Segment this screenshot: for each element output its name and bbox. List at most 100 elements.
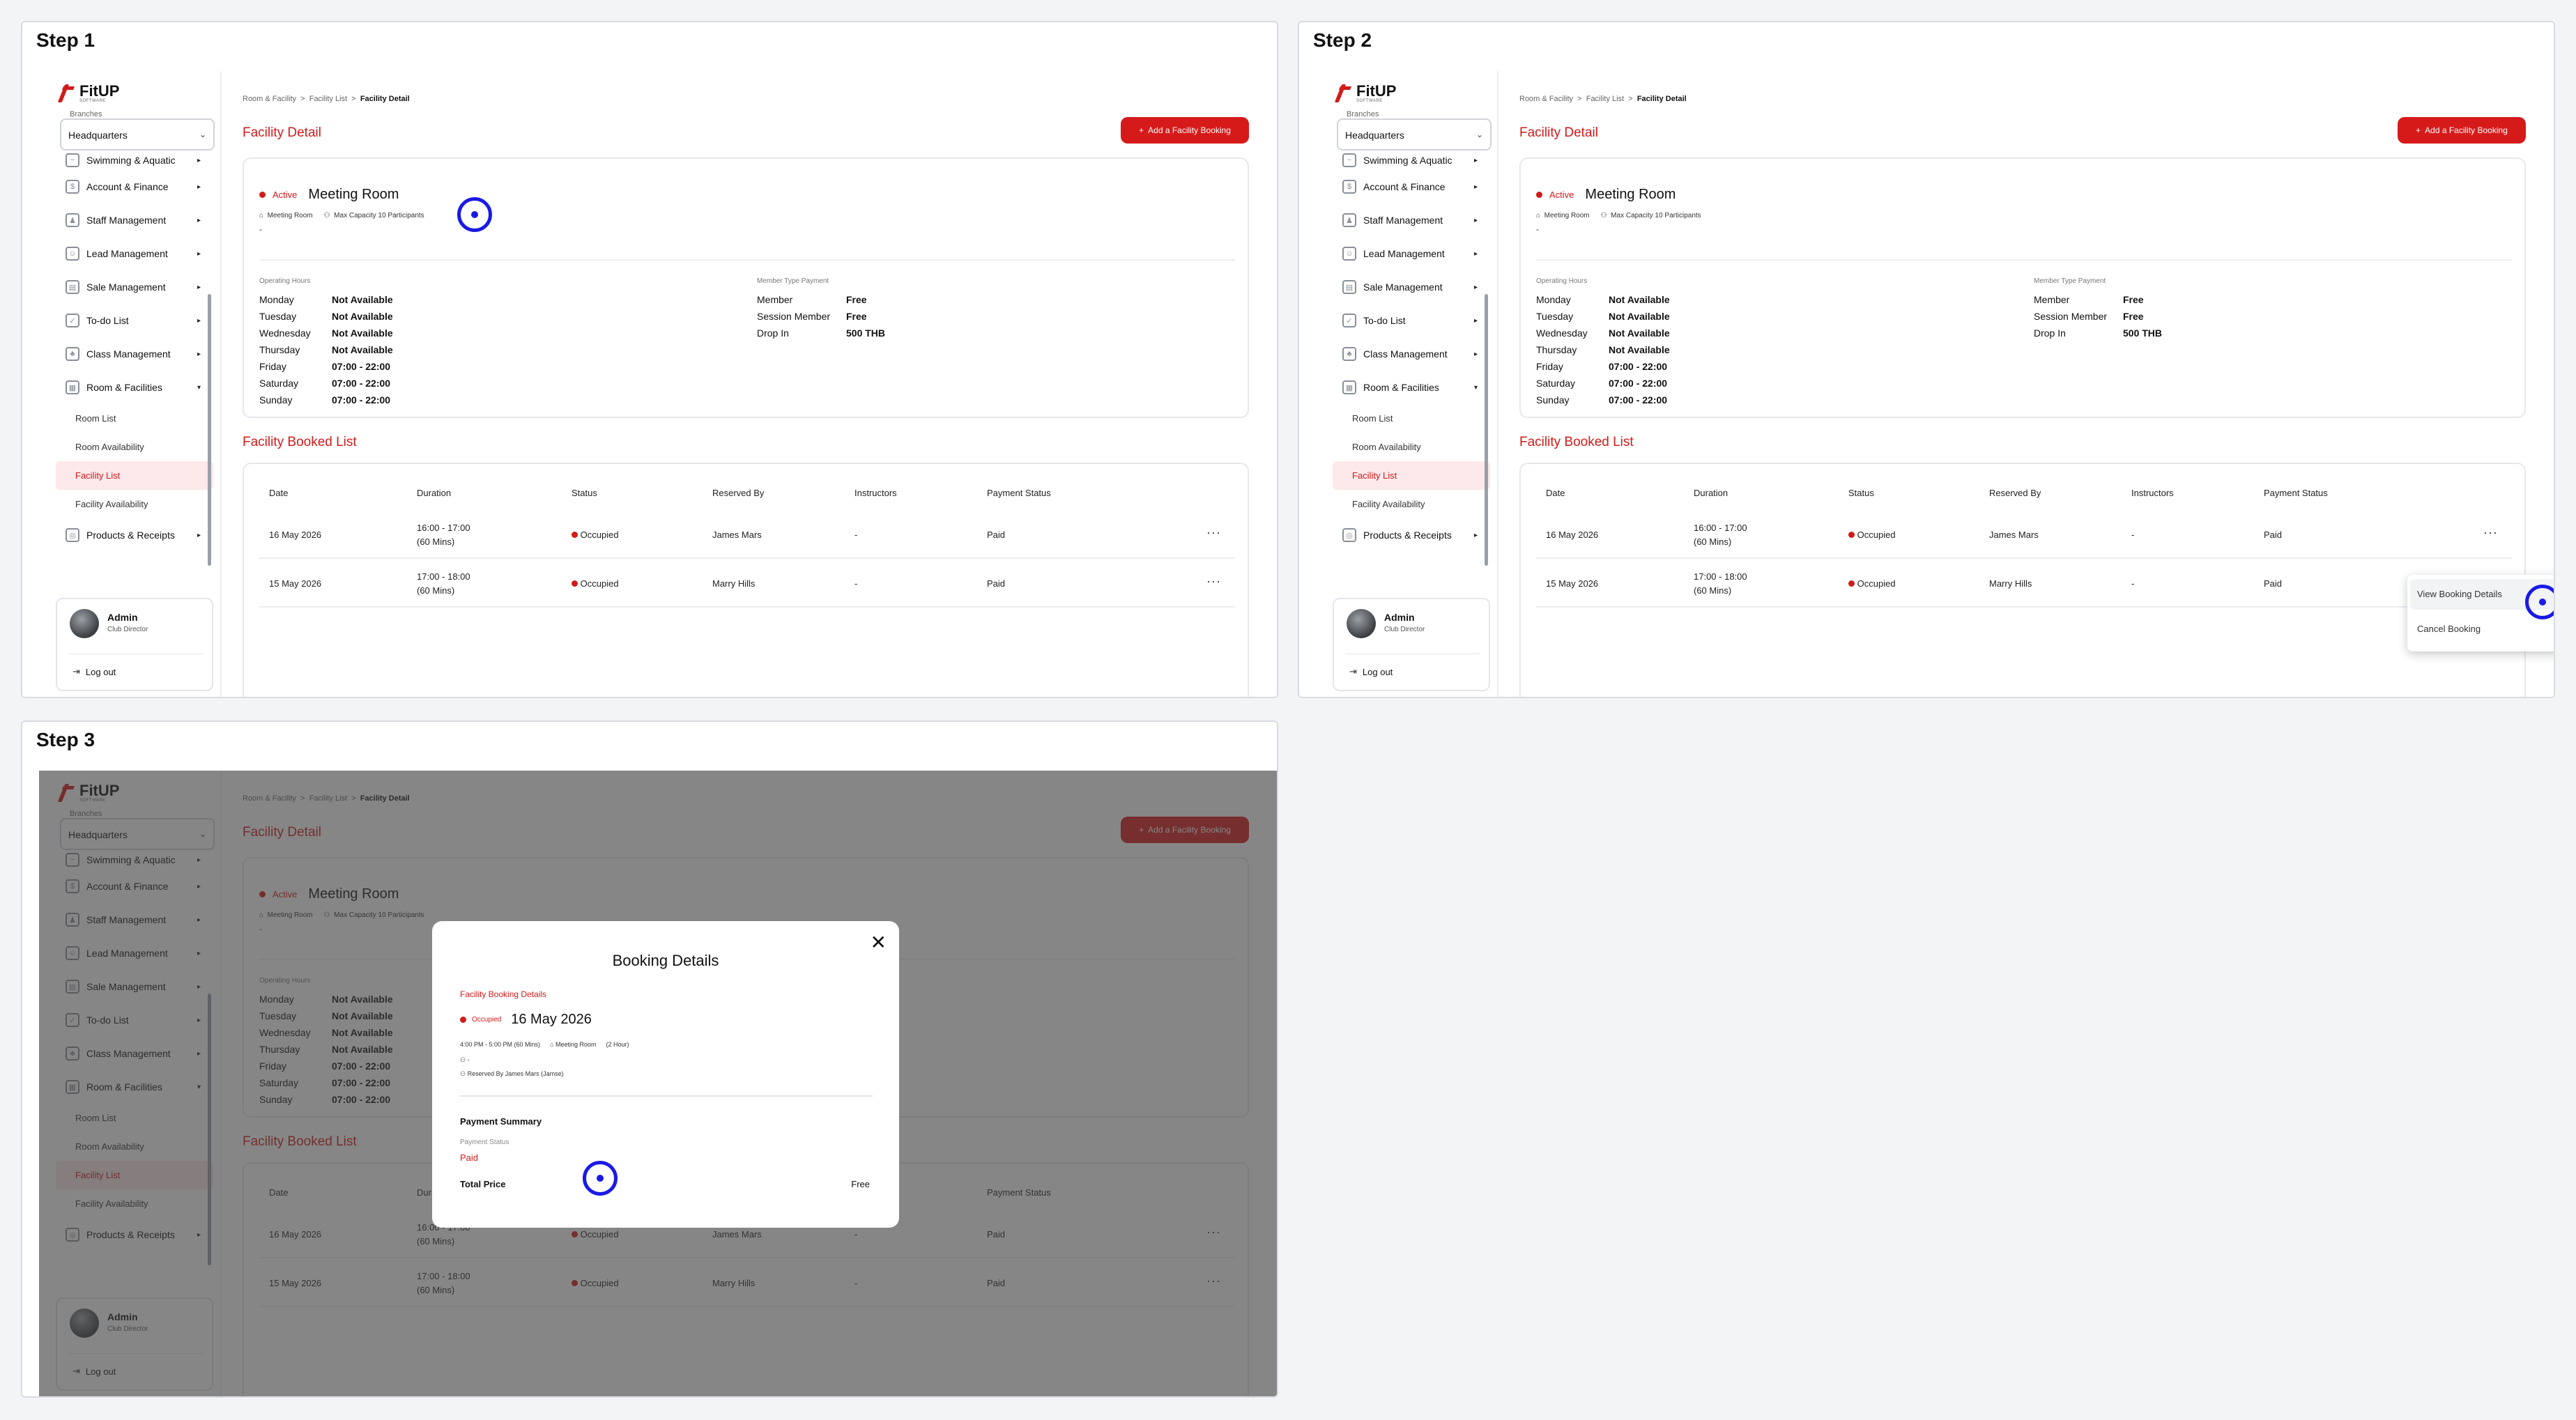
branch-select[interactable]: Headquarters ⌄ <box>1337 118 1492 151</box>
caret-right-icon: ▸ <box>197 350 201 358</box>
booking-status: Occupied <box>472 1016 502 1024</box>
sidebar-subitem-room-availability[interactable]: Room Availability <box>56 433 213 461</box>
more-options-icon[interactable]: ··· <box>2483 525 2498 540</box>
breadcrumb-room-facility[interactable]: Room & Facility <box>243 95 296 103</box>
step-1-panel: Step 1 FitUP SOFTWARE Branches Headquart… <box>21 21 1278 698</box>
sidebar-item-class[interactable]: ♣ Class Management ▸ <box>56 337 213 371</box>
cell-payment-status: Paid <box>987 530 1006 540</box>
room-icon: ▦ <box>66 380 79 394</box>
sidebar-item-lead[interactable]: ☺ Lead Management ▸ <box>56 237 213 270</box>
branch-value: Headquarters <box>1345 130 1404 141</box>
cell-payment-status: Paid <box>2264 530 2283 540</box>
branch-select[interactable]: Headquarters ⌄ <box>60 118 215 151</box>
sidebar-item-sale[interactable]: ▤ Sale Management ▸ <box>1333 270 1490 304</box>
room-type-icon: ⌂ <box>1536 212 1541 219</box>
facility-capacity: Max Capacity 10 Participants <box>1611 212 1701 219</box>
hours-value: 07:00 - 22:00 <box>1609 394 1668 406</box>
sidebar-subitem-room-list[interactable]: Room List <box>1333 404 1490 433</box>
sidebar-scrollbar[interactable] <box>1485 294 1488 566</box>
payment-value: 500 THB <box>846 327 886 339</box>
sidebar-item-swimming[interactable]: ~ Swimming & Aquatic ▸ <box>56 151 213 170</box>
avatar <box>1347 609 1376 638</box>
column-header-status: Status <box>1848 488 1874 498</box>
cell-duration-time: 17:00 - 18:00 <box>1694 571 1747 582</box>
screenshot: FitUP SOFTWARE Branches Headquarters ⌄ ~… <box>39 771 1277 1396</box>
hours-value: 07:00 - 22:00 <box>332 394 391 406</box>
payment-row: Member Free <box>757 291 885 308</box>
sidebar-item-account-finance[interactable]: $ Account & Finance ▸ <box>56 170 213 203</box>
payment-status-label: Payment Status <box>460 1139 509 1146</box>
payment-value: 500 THB <box>2123 327 2163 339</box>
sidebar-subitem-facility-list[interactable]: Facility List <box>1333 461 1490 490</box>
logout-button[interactable]: ⇥ Log out <box>1349 666 1393 677</box>
hours-value: 07:00 - 22:00 <box>332 361 391 372</box>
menu-item-cancel-booking[interactable]: Cancel Booking <box>2417 624 2481 634</box>
cell-instructors: - <box>854 578 858 589</box>
sidebar-item-room-facilities[interactable]: ▦ Room & Facilities ▾ <box>1333 371 1490 404</box>
sidebar-subitem-room-list[interactable]: Room List <box>56 404 213 433</box>
cell-duration-length: (60 Mins) <box>1694 537 1732 547</box>
payment-type: Member <box>2034 294 2070 305</box>
logout-button[interactable]: ⇥ Log out <box>72 666 116 677</box>
sale-icon: ▤ <box>1342 280 1356 294</box>
menu-item-view-booking-details[interactable]: View Booking Details <box>2417 589 2502 599</box>
cell-reserved-by: James Mars <box>1989 530 2039 540</box>
sidebar-item-todo[interactable]: ✓ To-do List ▸ <box>1333 304 1490 337</box>
sidebar-item-swimming[interactable]: ~ Swimming & Aquatic ▸ <box>1333 151 1490 170</box>
breadcrumb-facility-list[interactable]: Facility List <box>309 95 347 103</box>
sidebar-item-room-facilities[interactable]: ▦ Room & Facilities ▾ <box>56 371 213 404</box>
booking-reserved: ⚇ Reserved By James Mars (Jamse) <box>460 1070 564 1078</box>
hours-row: Sunday 07:00 - 22:00 <box>1536 392 1670 408</box>
sidebar-item-products[interactable]: ◎ Products & Receipts ▸ <box>1333 518 1490 552</box>
sidebar-item-todo[interactable]: ✓ To-do List ▸ <box>56 304 213 337</box>
hours-value: Not Available <box>332 344 393 355</box>
breadcrumb-facility-list[interactable]: Facility List <box>1586 95 1624 103</box>
column-header-date: Date <box>269 488 289 498</box>
close-icon[interactable]: ✕ <box>871 931 887 954</box>
more-options-icon[interactable]: ··· <box>1206 525 1221 540</box>
booked-list-title: Facility Booked List <box>243 435 357 449</box>
hours-day: Saturday <box>1536 378 1576 389</box>
logout-label: Log out <box>85 666 116 677</box>
breadcrumb-room-facility[interactable]: Room & Facility <box>1519 95 1573 103</box>
sidebar-subitem-facility-availability[interactable]: Facility Availability <box>56 490 213 518</box>
more-options-icon[interactable]: ··· <box>1206 574 1221 589</box>
sidebar-subitem-facility-list[interactable]: Facility List <box>56 461 213 490</box>
hours-row: Thursday Not Available <box>1536 341 1670 358</box>
add-facility-booking-button[interactable]: + Add a Facility Booking <box>1121 117 1249 144</box>
click-indicator <box>2525 585 2554 619</box>
main-content: Room & Facility > Facility List > Facili… <box>1498 71 2554 697</box>
sidebar-item-label: To-do List <box>1363 315 1406 326</box>
room-type-icon: ⌂ <box>259 212 264 219</box>
cell-date: 16 May 2026 <box>269 530 322 540</box>
sidebar-item-sale[interactable]: ▤ Sale Management ▸ <box>56 270 213 304</box>
sidebar-item-products[interactable]: ◎ Products & Receipts ▸ <box>56 518 213 552</box>
payment-type: Session Member <box>2034 311 2108 322</box>
add-facility-booking-button[interactable]: + Add a Facility Booking <box>2398 117 2526 144</box>
column-header-date: Date <box>1546 488 1565 498</box>
branch-label: Branches <box>70 110 102 118</box>
cell-status: Occupied <box>580 530 619 540</box>
sidebar-item-class[interactable]: ♣ Class Management ▸ <box>1333 337 1490 371</box>
breadcrumb-separator: > <box>351 95 356 103</box>
step-title: Step 3 <box>36 729 95 750</box>
cell-duration-length: (60 Mins) <box>1694 585 1732 596</box>
cell-date: 15 May 2026 <box>269 578 322 589</box>
hours-row: Wednesday Not Available <box>1536 325 1670 341</box>
sidebar-item-lead[interactable]: ☺ Lead Management ▸ <box>1333 237 1490 270</box>
column-header-instructors: Instructors <box>854 488 897 498</box>
facility-name: Meeting Room <box>308 187 399 202</box>
swim-icon: ~ <box>66 153 79 167</box>
sidebar-scrollbar[interactable] <box>208 294 211 566</box>
sidebar-item-staff[interactable]: ♟ Staff Management ▸ <box>56 203 213 237</box>
sidebar-item-staff[interactable]: ♟ Staff Management ▸ <box>1333 203 1490 237</box>
main-content: Room & Facility > Facility List > Facili… <box>222 71 1277 697</box>
sidebar-subitem-room-availability[interactable]: Room Availability <box>1333 433 1490 461</box>
caret-down-icon: ▾ <box>1473 383 1478 392</box>
sidebar-subitem-facility-availability[interactable]: Facility Availability <box>1333 490 1490 518</box>
booking-date: 16 May 2026 <box>511 1012 592 1027</box>
hours-day: Monday <box>259 294 294 305</box>
sidebar-item-account-finance[interactable]: $ Account & Finance ▸ <box>1333 170 1490 203</box>
branch-value: Headquarters <box>68 130 128 141</box>
table-row: 15 May 2026 17:00 - 18:00 (60 Mins) Occup… <box>1536 559 2512 608</box>
